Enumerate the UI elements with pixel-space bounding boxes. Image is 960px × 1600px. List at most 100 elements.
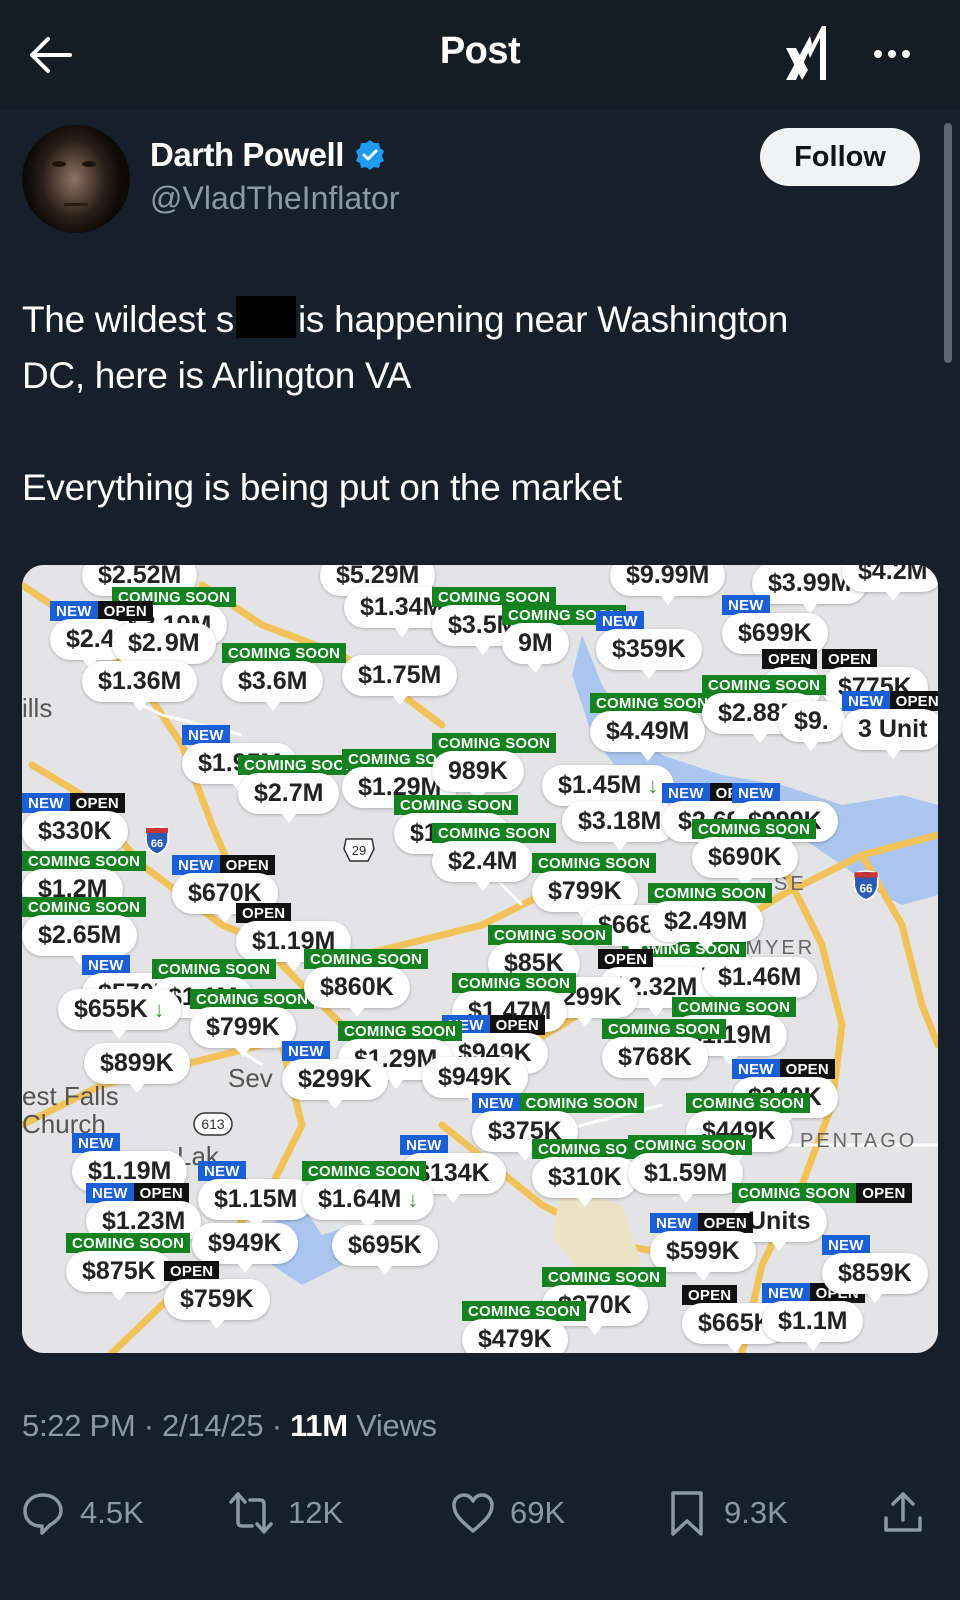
open-house-badge: OPEN <box>97 601 153 621</box>
post-text: The wildest s is happening near Washingto… <box>22 292 922 516</box>
map-listing-pin[interactable]: $695K <box>332 1225 438 1275</box>
avatar[interactable] <box>22 125 130 233</box>
listing-price: $690K <box>692 837 798 887</box>
bookmark-button[interactable]: 9.3K <box>664 1490 788 1536</box>
post-meta: 5:22 PM · 2/14/25 · 11M Views <box>22 1408 437 1443</box>
heart-icon <box>452 1493 494 1533</box>
more-options-button[interactable] <box>864 34 920 74</box>
map-listing-pin[interactable]: $4.2M <box>842 565 938 601</box>
svg-text:66: 66 <box>151 838 163 850</box>
map-listing-pin[interactable]: NEW $699K <box>722 595 828 663</box>
map-listing-pin[interactable]: NEW $359K <box>596 611 702 679</box>
map-listing-pin[interactable]: COMING SOON $2.49M <box>648 883 773 951</box>
new-badge: NEW <box>472 1093 520 1113</box>
views-count[interactable]: 11M <box>290 1408 348 1443</box>
map-place-label: est Falls <box>22 1081 119 1111</box>
map-listing-pin[interactable]: COMING SOON $768K <box>602 1019 727 1087</box>
repost-button[interactable]: 12K <box>228 1490 343 1536</box>
coming-soon-badge: COMING SOON <box>602 1019 727 1039</box>
map-listing-pin[interactable]: NEW OPEN $599K <box>650 1213 756 1281</box>
follow-button[interactable]: Follow <box>760 128 920 186</box>
map-listing-pin[interactable]: NEW $299K <box>282 1041 388 1109</box>
coming-soon-badge: COMING SOON <box>22 851 147 871</box>
post-text-line: Everything is being put on the market <box>22 467 622 508</box>
listing-tags: NEW <box>198 1161 313 1181</box>
map-listing-pin[interactable]: COMING SOON $3.6M <box>222 643 347 711</box>
map-listing-pin[interactable]: COMING SOON $1.64M ↓ <box>302 1161 435 1229</box>
coming-soon-badge: COMING SOON <box>542 1267 667 1287</box>
map-listing-pin[interactable]: $2. 9M <box>112 623 216 673</box>
verified-badge-icon <box>355 140 384 170</box>
map-listing-pin[interactable]: $1.36M <box>82 661 198 711</box>
author-display-name[interactable]: Darth Powell <box>150 136 386 174</box>
interstate-shield-icon: 66 <box>145 826 169 855</box>
coming-soon-badge: COMING SOON <box>702 675 827 695</box>
new-badge: NEW <box>282 1041 330 1061</box>
listing-price: $949K <box>192 1223 298 1273</box>
map-listing-pin[interactable]: COMING SOON $2.65M <box>22 897 147 965</box>
map-listing-pin[interactable]: COMING SOON $4.49M <box>590 693 715 761</box>
new-badge: NEW <box>650 1213 698 1233</box>
map-listing-pin[interactable]: COMING SOON $690K <box>692 819 817 887</box>
map-listing-pin[interactable]: $899K <box>84 1043 190 1093</box>
new-badge: NEW <box>596 611 644 631</box>
coming-soon-badge: COMING SOON <box>22 897 147 917</box>
post-text-line: DC, here is Arlington VA <box>22 355 412 396</box>
listing-tags: COMING SOON <box>152 959 277 979</box>
map-listing-pin[interactable]: COMING SOON $860K <box>304 949 429 1017</box>
listing-price: $759K <box>164 1279 270 1329</box>
top-bar: Post <box>0 0 960 110</box>
scrollbar[interactable] <box>944 123 952 363</box>
map-listing-pin[interactable]: $1.46M <box>702 957 818 1007</box>
listing-price: $1.36M <box>82 661 198 711</box>
reply-button[interactable]: 4.5K <box>20 1490 144 1536</box>
listing-price: $330K <box>22 811 128 861</box>
share-button[interactable] <box>880 1490 926 1536</box>
map-listing-pin[interactable]: $9.99M <box>610 565 726 605</box>
map-listing-pin[interactable]: $9. <box>778 701 845 751</box>
coming-soon-badge: COMING SOON <box>338 1021 463 1041</box>
map-listing-pin[interactable]: COMING SOON $799K <box>532 853 657 921</box>
map-listing-pin[interactable]: OPEN $759K <box>164 1261 270 1329</box>
listing-price: $860K <box>304 967 410 1017</box>
listing-tags: COMING SOON <box>692 819 817 839</box>
listing-tags: NEW <box>822 1235 928 1255</box>
map-listing-pin[interactable]: NEW OPEN $330K <box>22 793 128 861</box>
open-house-badge: OPEN <box>164 1261 220 1281</box>
listing-tags: NEW <box>72 1133 187 1153</box>
open-house-badge: OPEN <box>856 1183 912 1203</box>
listing-tags: NEWOPEN <box>22 793 128 813</box>
map-listing-pin[interactable]: NEW OPEN 3 Unit <box>842 691 938 759</box>
map-listing-pin[interactable]: COMING SOON 989K <box>432 733 557 801</box>
map-listing-pin[interactable]: NEW $859K <box>822 1235 928 1303</box>
map-listing-pin[interactable]: $949K <box>422 1057 528 1107</box>
map-listing-pin[interactable]: $1.45M ↓ <box>542 765 675 815</box>
open-house-badge: OPEN <box>489 1015 545 1035</box>
listing-tags: NEW <box>732 783 838 803</box>
grok-button[interactable] <box>782 24 838 84</box>
map-listing-pin[interactable]: COMING SOON $799K <box>190 989 315 1057</box>
listing-price: $1.64M ↓ <box>302 1179 435 1229</box>
map-listing-pin[interactable]: $949K <box>192 1223 298 1273</box>
map-listing-pin[interactable]: COMING SOON $479K <box>462 1301 587 1353</box>
map-listing-pin[interactable]: NEW $1.15M <box>198 1161 314 1229</box>
like-button[interactable]: 69K <box>450 1490 565 1536</box>
map-listing-pin[interactable]: $655K ↓ <box>58 989 181 1039</box>
listing-price: $1.1M <box>762 1301 864 1351</box>
open-house-badge: OPEN <box>762 649 818 669</box>
post-image-map[interactable]: ills est Falls Church Sev Lak T MYER PEN… <box>22 565 938 1353</box>
redaction-box <box>236 296 297 338</box>
map-listing-pin[interactable]: $1.75M <box>342 655 458 705</box>
bookmark-icon <box>671 1491 703 1536</box>
map-listing-pin[interactable]: $3.18M <box>562 801 678 851</box>
open-house-badge: OPEN <box>779 1059 835 1079</box>
open-house-badge: OPEN <box>69 793 125 813</box>
map-listing-pin[interactable]: COMING SOON OPEN Units <box>732 1183 912 1251</box>
bookmark-count: 9.3K <box>724 1495 788 1530</box>
new-badge: NEW <box>662 783 710 803</box>
coming-soon-badge: COMING SOON <box>304 949 429 969</box>
share-icon <box>884 1492 922 1532</box>
new-badge: NEW <box>732 1059 780 1079</box>
author-handle[interactable]: @VladTheInflator <box>150 180 400 217</box>
listing-price: $599K <box>650 1231 756 1281</box>
